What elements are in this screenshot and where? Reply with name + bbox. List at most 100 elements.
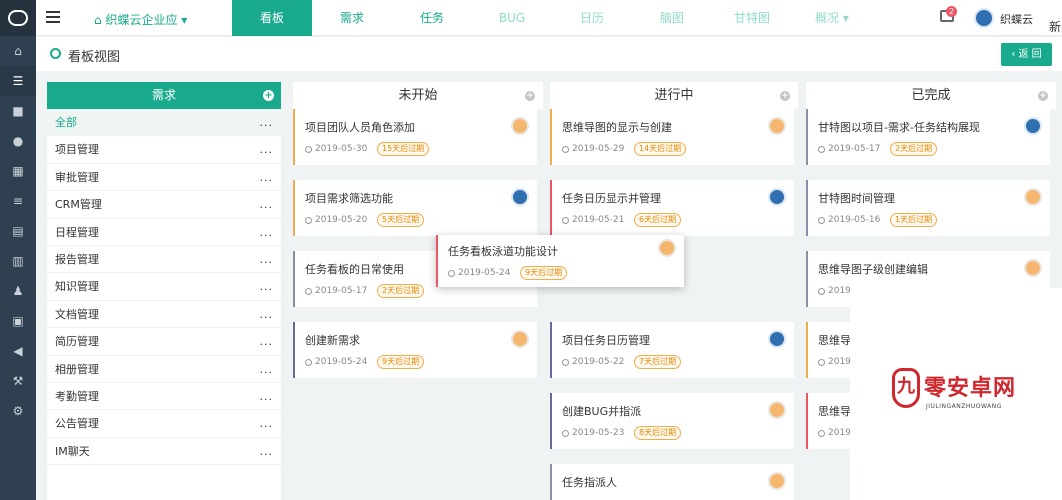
add-card-icon[interactable]: + — [525, 91, 535, 101]
category-item[interactable]: 报告管理... — [47, 246, 281, 274]
assignee-avatar[interactable] — [768, 330, 786, 348]
tab-requirements[interactable]: 需求 — [312, 0, 392, 36]
category-item[interactable]: IM聊天... — [47, 438, 281, 466]
gears-icon[interactable]: ⚙ — [0, 396, 36, 426]
person-icon[interactable]: ♟ — [0, 276, 36, 306]
category-item[interactable]: 日程管理... — [47, 219, 281, 246]
clock-icon — [562, 146, 569, 153]
assignee-avatar[interactable] — [768, 472, 786, 490]
user-name[interactable]: 织蝶云 — [1000, 11, 1033, 27]
category-item-label: 项目管理 — [55, 143, 99, 157]
category-item-label: 知识管理 — [55, 280, 99, 294]
clock-icon — [305, 359, 312, 366]
category-item[interactable]: 审批管理... — [47, 164, 281, 192]
assignee-avatar[interactable] — [768, 188, 786, 206]
assignee-avatar[interactable] — [1024, 188, 1042, 206]
assignee-avatar[interactable] — [511, 330, 529, 348]
add-category-icon[interactable]: + — [263, 90, 274, 101]
app-logo[interactable] — [0, 0, 36, 36]
category-item[interactable]: 考勤管理... — [47, 383, 281, 411]
watermark-subtext: JIULINGANZHUOWANG — [926, 403, 1002, 410]
task-card[interactable]: 项目团队人员角色添加 2019-05-30 15天后过期 — [293, 109, 537, 165]
more-icon[interactable]: ... — [260, 410, 274, 437]
back-button[interactable]: ‹ 返 回 — [1001, 43, 1052, 66]
more-icon[interactable]: ... — [260, 328, 274, 355]
more-icon[interactable]: ... — [260, 164, 274, 191]
category-item[interactable]: 全部... — [47, 109, 281, 137]
company-selector[interactable]: ⌂ 织蝶云企业应 ▾ — [94, 11, 187, 28]
tab-overview[interactable]: 概况 ▾ — [792, 0, 872, 36]
image-icon[interactable]: ▣ — [0, 306, 36, 336]
category-item[interactable]: 简历管理... — [47, 328, 281, 356]
add-card-icon[interactable]: + — [1038, 91, 1048, 101]
category-item[interactable]: 公告管理... — [47, 410, 281, 438]
more-icon[interactable]: ... — [260, 109, 274, 136]
more-icon[interactable]: ... — [260, 191, 274, 218]
user-avatar[interactable] — [974, 8, 994, 28]
assignee-avatar[interactable] — [768, 401, 786, 419]
more-icon[interactable]: ... — [260, 301, 274, 328]
more-icon[interactable]: ... — [260, 383, 274, 410]
list-icon[interactable]: ☰ — [0, 66, 36, 96]
card-date: 2019-05-24 — [315, 357, 368, 367]
server-icon[interactable]: ≡ — [0, 186, 36, 216]
category-item[interactable]: 知识管理... — [47, 273, 281, 301]
category-item-label: 报告管理 — [55, 252, 99, 266]
dragging-task-card[interactable]: 任务看板泳道功能设计 2019-05-24 9天后过期 — [436, 235, 684, 287]
users-icon[interactable]: ● — [0, 126, 36, 156]
more-icon[interactable]: ... — [260, 273, 274, 300]
assignee-avatar[interactable] — [1024, 259, 1042, 277]
category-item-label: 文档管理 — [55, 307, 99, 321]
category-item[interactable]: CRM管理... — [47, 191, 281, 219]
bullhorn-icon[interactable]: ◀ — [0, 336, 36, 366]
card-title: 甘特图以项目-需求-任务结构展现 — [818, 121, 980, 134]
calendar-icon[interactable]: ▦ — [0, 156, 36, 186]
task-card[interactable]: 甘特图以项目-需求-任务结构展现 2019-05-17 2天后过期 — [806, 109, 1050, 165]
task-card[interactable]: 任务日历显示并管理 2019-05-21 6天后过期 — [550, 180, 794, 236]
card-date: 2019-05-21 — [572, 215, 625, 225]
tab-calendar[interactable]: 日历 — [552, 0, 632, 36]
more-icon[interactable]: ... — [260, 356, 274, 383]
assignee-avatar[interactable] — [768, 117, 786, 135]
assignee-avatar[interactable] — [1024, 117, 1042, 135]
menu-toggle-icon[interactable] — [46, 11, 60, 23]
task-card[interactable]: 任务指派人 — [550, 464, 794, 500]
more-icon[interactable]: ... — [260, 136, 274, 163]
briefcase-icon[interactable]: ■ — [0, 96, 36, 126]
more-icon[interactable]: ... — [260, 438, 274, 465]
due-badge: 14天后过期 — [634, 142, 687, 156]
category-header-label: 需求 — [151, 88, 176, 102]
assignee-avatar[interactable] — [511, 188, 529, 206]
tab-tasks[interactable]: 任务 — [392, 0, 472, 36]
category-item-label: 相册管理 — [55, 362, 99, 376]
category-item[interactable]: 相册管理... — [47, 356, 281, 383]
task-card[interactable]: 项目任务日历管理 2019-05-22 7天后过期 — [550, 322, 794, 378]
assignee-avatar[interactable] — [511, 117, 529, 135]
task-card[interactable]: 创建BUG并指派 2019-05-23 8天后过期 — [550, 393, 794, 449]
card-title: 创建新需求 — [305, 334, 360, 347]
card-date: 2019-05-29 — [572, 144, 625, 154]
page-header: 看板视图 ‹ 返 回 — [36, 37, 1062, 71]
task-card[interactable]: 项目需求筛选功能 2019-05-20 5天后过期 — [293, 180, 537, 236]
tab-gantt[interactable]: 甘特图 — [712, 0, 792, 36]
tab-bug[interactable]: BUG — [472, 0, 552, 36]
category-item[interactable]: 文档管理... — [47, 301, 281, 329]
column-title: 未开始 + — [293, 82, 543, 109]
tab-kanban[interactable]: 看板 — [232, 0, 312, 36]
card-title: 任务看板的日常使用 — [305, 263, 404, 276]
home-icon[interactable]: ⌂ — [0, 36, 36, 66]
gavel-icon[interactable]: ⚒ — [0, 366, 36, 396]
columns-icon[interactable]: ▥ — [0, 246, 36, 276]
category-item[interactable]: 项目管理... — [47, 136, 281, 164]
task-card[interactable]: 创建新需求 2019-05-24 9天后过期 — [293, 322, 537, 378]
assignee-avatar[interactable] — [658, 239, 676, 257]
task-card[interactable]: 思维导图的显示与创建 2019-05-29 14天后过期 — [550, 109, 794, 165]
more-icon[interactable]: ... — [260, 219, 274, 246]
task-card[interactable]: 甘特图时间管理 2019-05-16 1天后过期 — [806, 180, 1050, 236]
category-item-label: 日程管理 — [55, 225, 99, 239]
add-card-icon[interactable]: + — [780, 91, 790, 101]
book-icon[interactable]: ▤ — [0, 216, 36, 246]
message-badge: 2 — [946, 6, 958, 17]
tab-mindmap[interactable]: 脑图 — [632, 0, 712, 36]
more-icon[interactable]: ... — [260, 246, 274, 273]
